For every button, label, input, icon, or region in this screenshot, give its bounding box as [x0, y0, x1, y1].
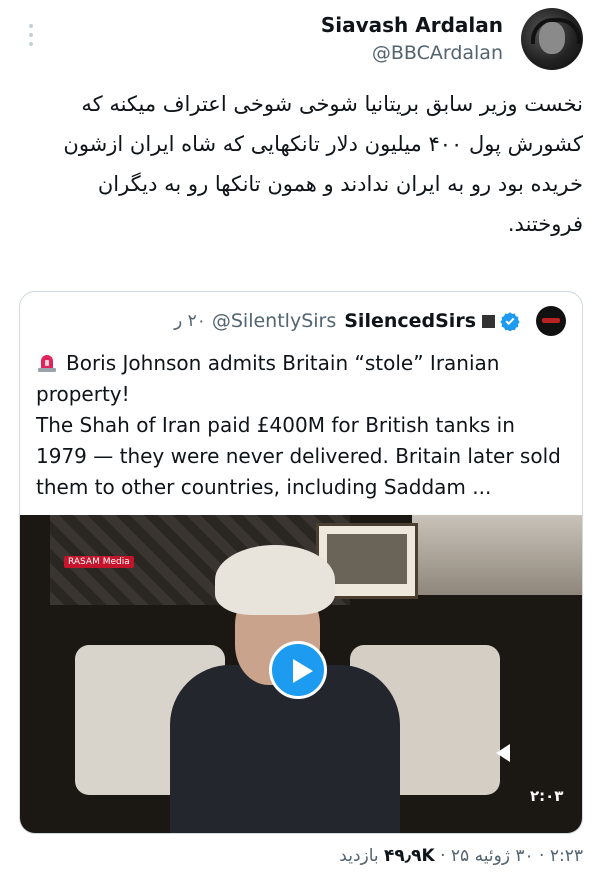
author-display-name[interactable]: Siavash Ardalan — [321, 12, 503, 38]
black-square-emoji — [482, 314, 495, 328]
video-player[interactable]: RASAM Media ۲:۰۳ — [20, 515, 582, 833]
quoted-tweet[interactable]: ۲۰ ر @SilentlySirs SilencedSirs Boris Jo… — [19, 291, 583, 834]
quoted-header: ۲۰ ر @SilentlySirs SilencedSirs — [174, 306, 566, 336]
tweet-date[interactable]: ۳۰ ژوئیه ۲۵ — [451, 846, 534, 866]
quoted-line-2: The Shah of Iran paid £400M for British … — [36, 413, 561, 499]
meta-separator: · — [434, 846, 451, 866]
volume-icon[interactable] — [492, 740, 518, 766]
views-count: ۴۹٫۹K — [384, 846, 435, 866]
tweet-meta: ۲:۲۳ · ۳۰ ژوئیه ۲۵ · ۴۹٫۹K بازدید — [339, 846, 583, 866]
tweet-time[interactable]: ۲:۲۳ — [550, 846, 583, 866]
views-label: بازدید — [339, 846, 385, 866]
quoted-time: ۲۰ ر — [173, 311, 206, 331]
video-window — [412, 515, 582, 595]
quoted-avatar[interactable] — [536, 306, 566, 336]
tweet-header: Siavash Ardalan @BBCArdalan — [0, 0, 600, 80]
more-icon[interactable] — [26, 24, 36, 50]
quoted-text: Boris Johnson admits Britain “stole” Ira… — [36, 348, 566, 503]
quoted-line-1: Boris Johnson admits Britain “stole” Ira… — [36, 351, 500, 406]
video-watermark: RASAM Media — [64, 556, 134, 568]
avatar[interactable] — [521, 8, 583, 70]
video-person-hair — [215, 545, 335, 615]
quoted-display-name[interactable]: SilencedSirs — [344, 310, 476, 332]
meta-separator: · — [533, 846, 550, 866]
play-icon[interactable] — [269, 641, 327, 699]
siren-icon — [38, 355, 56, 372]
quoted-handle[interactable]: @SilentlySirs — [212, 310, 336, 332]
tweet-text: نخست وزیر سابق بریتانیا شوخی شوخی اعتراف… — [63, 92, 583, 236]
author-handle[interactable]: @BBCArdalan — [321, 40, 503, 66]
verified-badge-icon — [500, 312, 520, 331]
author-names[interactable]: Siavash Ardalan @BBCArdalan — [321, 12, 503, 66]
video-duration: ۲:۰۳ — [530, 787, 564, 805]
